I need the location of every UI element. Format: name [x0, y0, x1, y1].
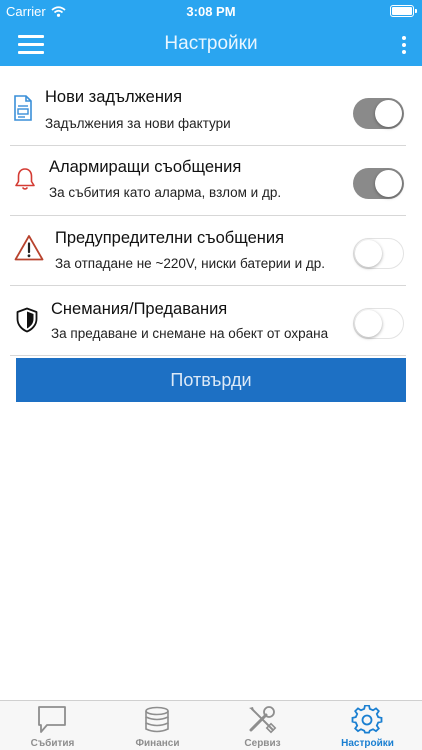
- warning-icon: [14, 235, 44, 261]
- setting-title: Снемания/Предавания: [51, 300, 228, 318]
- tab-service[interactable]: Сервиз: [210, 701, 315, 750]
- setting-subtitle: За предаване и снемане на обект от охран…: [51, 326, 329, 341]
- tab-finances[interactable]: Финанси: [105, 701, 210, 750]
- tools-icon: [249, 706, 277, 734]
- tab-label: Сервиз: [244, 738, 281, 749]
- nav-bar: Настройки: [0, 22, 422, 66]
- clock: 3:08 PM: [186, 4, 236, 19]
- tab-bar: Събития Финанси Сервиз Настройки: [0, 700, 422, 750]
- more-options-icon[interactable]: [400, 34, 408, 56]
- alarm-messages-toggle[interactable]: [353, 168, 404, 199]
- setting-subtitle: За събития като аларма, взлом и др.: [49, 185, 282, 200]
- tab-label: Настройки: [341, 738, 394, 749]
- chat-bubble-icon: [38, 706, 66, 733]
- warning-messages-toggle[interactable]: [353, 238, 404, 269]
- gear-icon: [351, 705, 383, 734]
- setting-title: Алармиращи съобщения: [49, 158, 242, 176]
- confirm-button[interactable]: Потвърди: [16, 358, 406, 402]
- setting-row-alarm-messages: Алармиращи съобщения За събития като ала…: [10, 146, 406, 216]
- tab-settings[interactable]: Настройки: [315, 701, 420, 750]
- arm-disarm-toggle[interactable]: [353, 308, 404, 339]
- setting-row-new-obligations: Нови задължения Задължения за нови факту…: [10, 76, 406, 146]
- bell-icon: [15, 168, 35, 190]
- setting-title: Предупредителни съобщения: [55, 229, 285, 247]
- tab-label: Събития: [30, 738, 75, 749]
- tab-events[interactable]: Събития: [0, 701, 105, 750]
- setting-row-arm-disarm: Снемания/Предавания За предаване и снема…: [10, 286, 406, 356]
- setting-subtitle: Задължения за нови фактури: [45, 116, 231, 131]
- page-title: Настройки: [164, 33, 258, 54]
- battery-icon: [390, 5, 417, 17]
- status-bar: Carrier 3:08 PM: [0, 0, 422, 22]
- new-obligations-toggle[interactable]: [353, 98, 404, 129]
- coins-icon: [145, 706, 169, 733]
- setting-title: Нови задължения: [45, 88, 183, 106]
- setting-subtitle: За отпадане не ~220V, ниски батерии и др…: [55, 256, 325, 271]
- tab-label: Финанси: [135, 738, 180, 749]
- shield-icon: [16, 307, 38, 333]
- document-icon: [14, 95, 32, 121]
- setting-row-warning-messages: Предупредителни съобщения За отпадане не…: [10, 216, 406, 286]
